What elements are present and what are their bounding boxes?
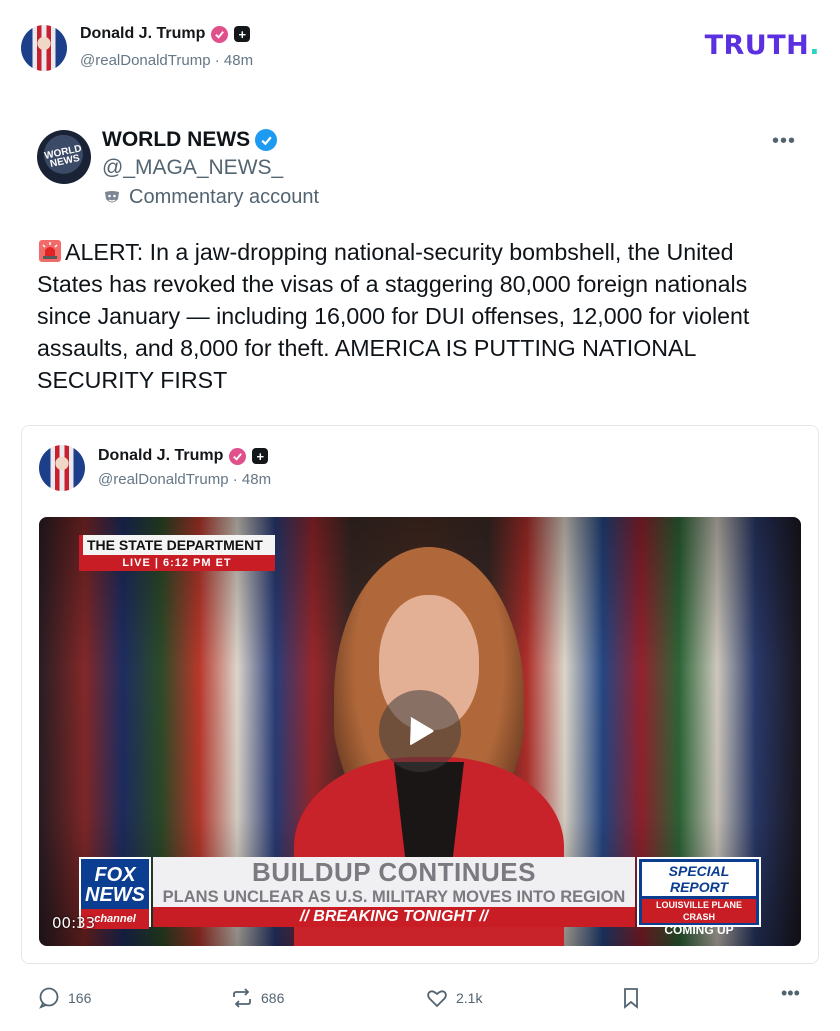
reply-count: 166 [68,990,92,1006]
special-report-sub: LOUISVILLE PLANE CRASH [642,899,756,923]
world-news-avatar[interactable]: WORLD NEWS [31,124,97,190]
more-options-icon[interactable]: ••• [772,130,796,153]
embedded-author-avatar[interactable] [39,445,85,491]
embedded-author-name-row: Donald J. Trump + [98,447,269,465]
state-department-tag: THE STATE DEPARTMENT LIVE | 6:12 PM ET [79,535,275,571]
author-handle[interactable]: @realDonaldTrump [80,52,211,69]
truth-logo-dot: . [809,30,820,61]
action-bar: 166 686 2.1k ••• [0,983,840,1015]
author-name-row: Donald J. Trump + [80,25,251,43]
author-name[interactable]: Donald J. Trump [80,25,205,43]
video-timecode: 00:33 [52,914,96,932]
like-button[interactable]: 2.1k [425,986,482,1010]
embedded-author-handle[interactable]: @realDonaldTrump [98,471,229,488]
reply-button[interactable]: 166 [37,986,91,1010]
truth-logo-text: TRUTH [704,30,810,61]
verified-badge-icon [211,25,229,43]
quoted-account-handle[interactable]: @_MAGA_NEWS_ [102,156,283,180]
siren-emoji-icon [37,238,63,264]
quoted-account-name[interactable]: WORLD NEWS [102,128,250,152]
repost-count: 686 [261,990,285,1006]
special-report-box: SPECIAL REPORT LOUISVILLE PLANE CRASH CO… [637,857,761,937]
commentary-account-label: Commentary account [103,186,319,209]
embedded-author-name[interactable]: Donald J. Trump [98,447,223,465]
banner-ticker: // BREAKING TONIGHT // [153,907,635,927]
separator: · [232,471,238,488]
special-report-title: SPECIAL REPORT [642,862,756,896]
embedded-author-handle-row: @realDonaldTrump · 48m [98,471,271,488]
like-count: 2.1k [456,990,483,1006]
more-options-bottom-icon[interactable]: ••• [781,983,800,1004]
quoted-account-name-row: WORLD NEWS [102,128,278,152]
bookmark-icon [624,988,638,1009]
world-news-avatar-text: WORLD NEWS [43,142,83,170]
repost-icon [233,988,251,1008]
play-button[interactable] [379,690,461,772]
plus-badge-icon: + [252,448,269,464]
reply-icon [39,987,59,1009]
truth-logo[interactable]: TRUTH. [705,30,820,61]
embedded-post-time[interactable]: 48m [242,471,271,488]
bookmark-button[interactable] [620,986,642,1010]
author-handle-row: @realDonaldTrump · 48m [80,52,253,69]
plus-badge-icon: + [234,26,251,42]
separator: · [214,52,220,69]
post-time[interactable]: 48m [224,52,253,69]
post-text: ALERT: In a jaw-dropping national-securi… [37,239,750,393]
video-player[interactable]: THE STATE DEPARTMENT LIVE | 6:12 PM ET F… [39,517,801,946]
banner-subheadline: PLANS UNCLEAR AS U.S. MILITARY MOVES INT… [162,888,626,906]
post-header: Donald J. Trump + @realDonaldTrump · 48m… [0,0,840,90]
verified-blue-icon [255,129,278,151]
verified-badge-icon [229,447,247,465]
banner-headline: BUILDUP CONTINUES [252,857,536,887]
special-report-footer: COMING UP [664,923,734,937]
author-avatar[interactable] [21,25,67,71]
lower-third-banner: BUILDUP CONTINUES PLANS UNCLEAR AS U.S. … [153,857,635,927]
network-logo-text: FOX NEWS [85,864,145,906]
state-tag-live: LIVE | 6:12 PM ET [79,555,275,571]
state-tag-title: THE STATE DEPARTMENT [79,535,275,555]
theater-mask-icon [103,189,121,207]
repost-button[interactable]: 686 [230,986,284,1010]
heart-icon [427,990,447,1008]
play-icon [410,717,434,745]
post-body: ALERT: In a jaw-dropping national-securi… [37,236,797,396]
commentary-label-text: Commentary account [129,186,320,208]
